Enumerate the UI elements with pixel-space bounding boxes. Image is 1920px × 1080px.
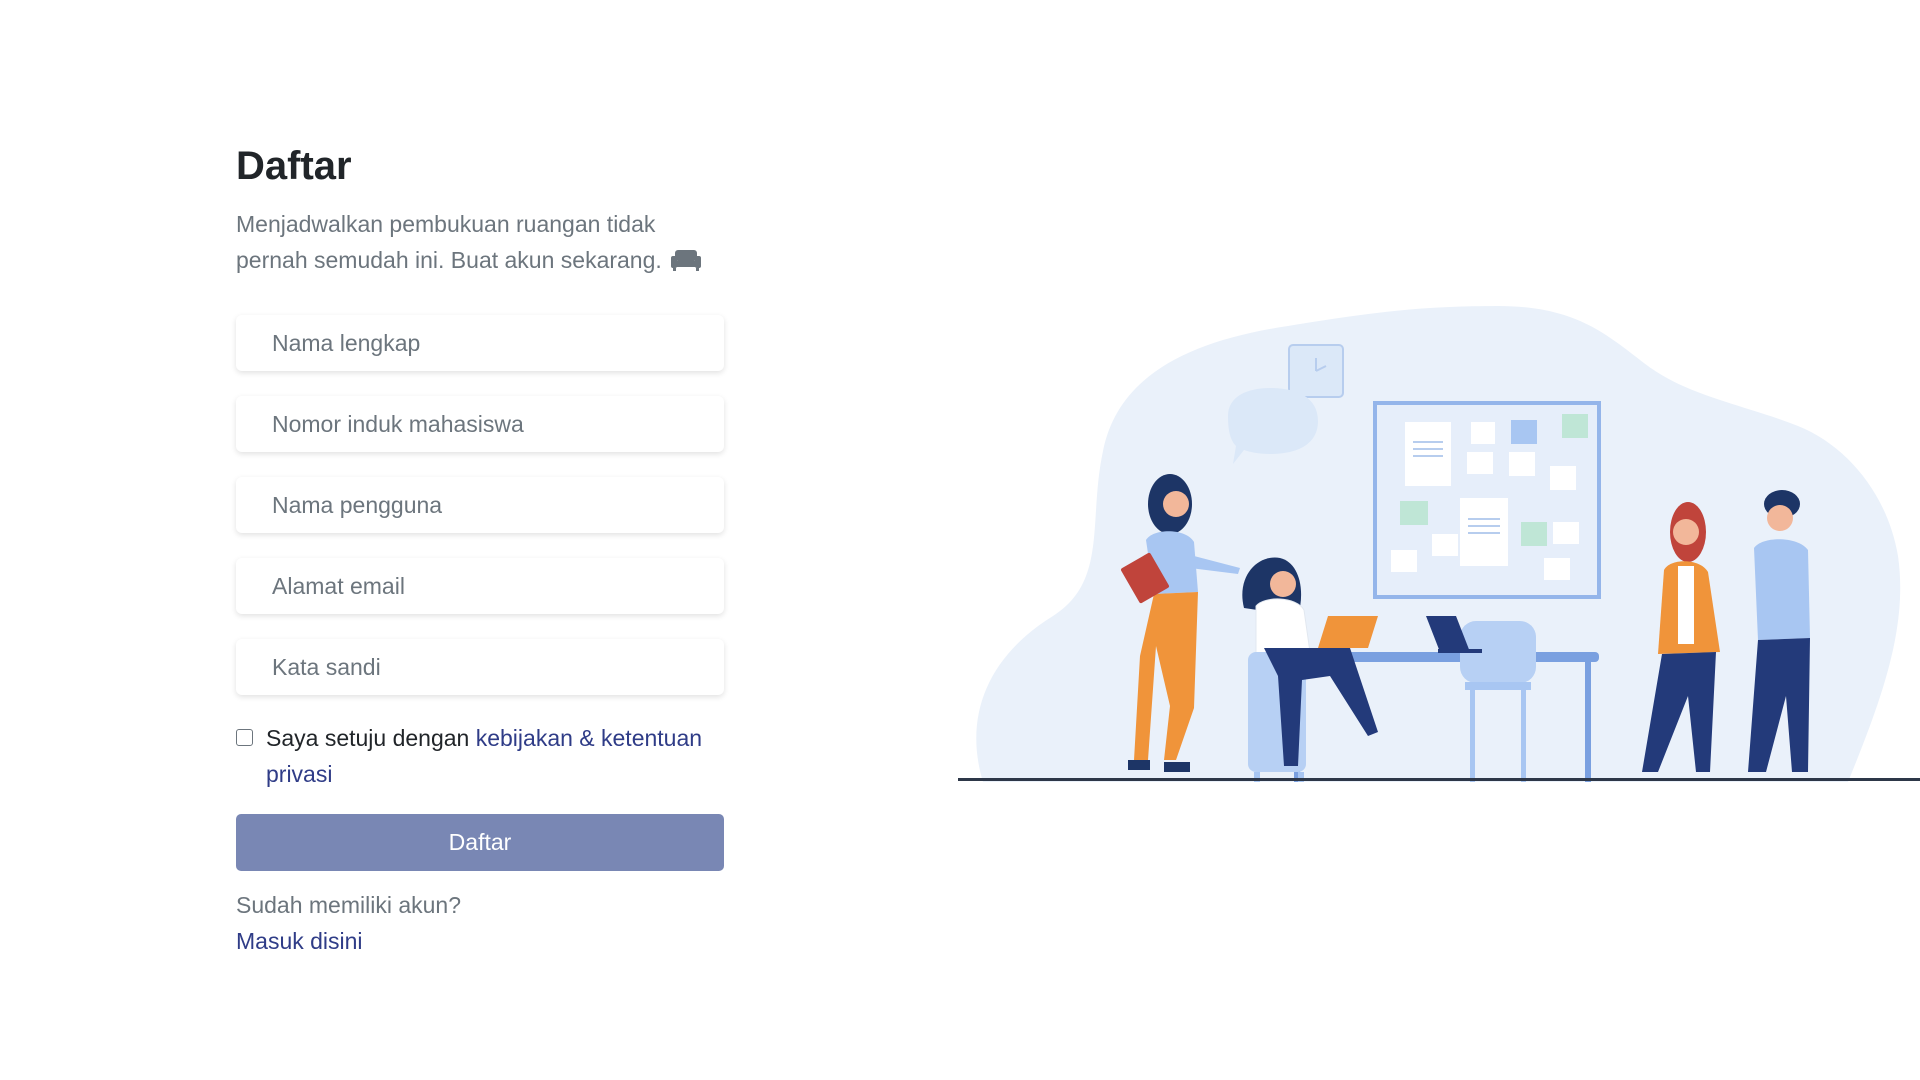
full-name-input[interactable] (236, 315, 724, 371)
login-hint: Sudah memiliki akun? (236, 892, 462, 918)
floor-line (958, 778, 1920, 781)
register-form: Daftar Menjadwalkan pembukuan ruangan ti… (236, 130, 724, 959)
bulletin-board (1373, 401, 1601, 599)
register-button[interactable]: Daftar (236, 814, 724, 871)
page-subtitle: Menjadwalkan pembukuan ruangan tidak per… (236, 206, 724, 281)
login-link[interactable]: Masuk disini (236, 923, 724, 959)
password-input[interactable] (236, 639, 724, 695)
subtitle-text: Menjadwalkan pembukuan ruangan tidak per… (236, 211, 662, 273)
sofa-icon (670, 245, 702, 281)
form-fields (236, 315, 724, 695)
page-title: Daftar (236, 144, 352, 188)
register-page: Daftar Menjadwalkan pembukuan ruangan ti… (0, 0, 1920, 1080)
clock-icon (1288, 344, 1344, 398)
agree-prefix: Saya setuju dengan (266, 725, 476, 751)
agree-checkbox[interactable] (236, 729, 253, 746)
agree-label: Saya setuju dengan kebijakan & ketentuan… (266, 720, 724, 792)
student-id-input[interactable] (236, 396, 724, 452)
username-input[interactable] (236, 477, 724, 533)
email-input[interactable] (236, 558, 724, 614)
team-meeting-illustration (958, 306, 1920, 782)
agree-row: Saya setuju dengan kebijakan & ketentuan… (236, 720, 724, 792)
